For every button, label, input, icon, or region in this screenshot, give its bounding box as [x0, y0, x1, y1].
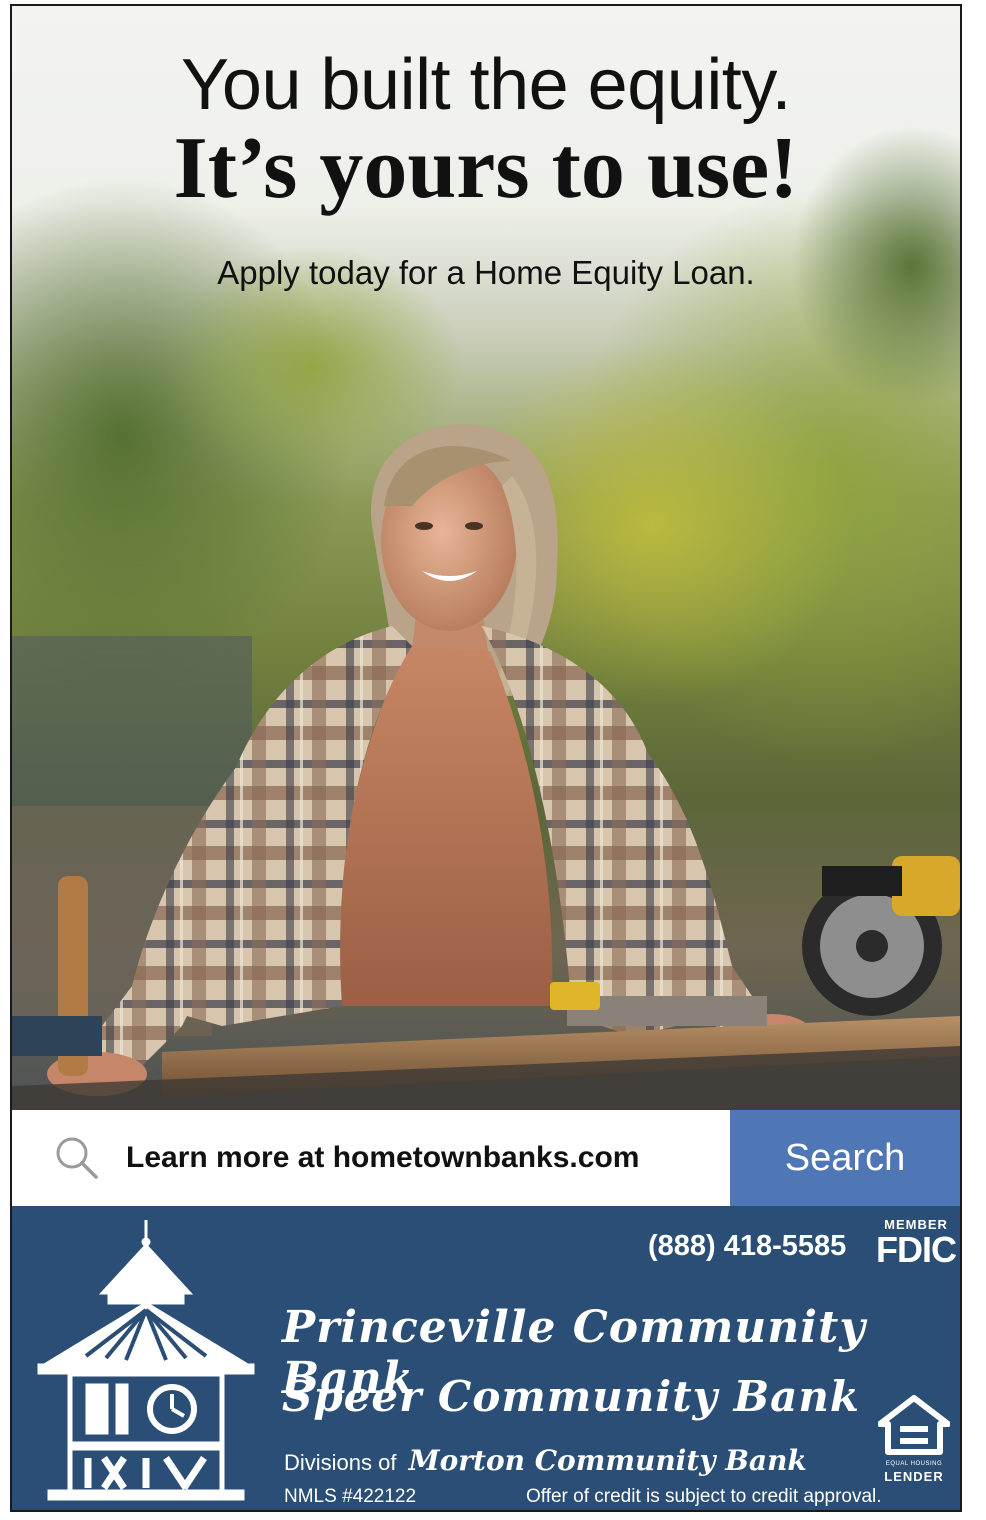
bank-name-speer: Speer Community Bank: [282, 1372, 861, 1421]
fdic-label: FDIC: [876, 1229, 957, 1270]
divisions-prefix: Divisions of: [284, 1450, 397, 1475]
advertisement: You built the equity. It’s yours to use!…: [10, 4, 962, 1512]
clock-tower-logo: [37, 1220, 255, 1501]
hero-photo: You built the equity. It’s yours to use!…: [12, 6, 960, 1110]
equal-housing-lender-badge: EQUAL HOUSING LENDER: [877, 1394, 951, 1484]
parent-bank-name: Morton Community Bank: [408, 1444, 807, 1477]
house-icon: [877, 1395, 951, 1455]
lender-label: LENDER: [884, 1469, 944, 1484]
credit-disclaimer: Offer of credit is subject to credit app…: [526, 1486, 882, 1507]
bank-footer: (888) 418-5585 MEMBER FDIC Princeville C…: [12, 1206, 960, 1510]
search-input[interactable]: Learn more at hometownbanks.com: [12, 1110, 730, 1206]
search-button[interactable]: Search: [730, 1110, 960, 1206]
headline-line-2: It’s yours to use!: [173, 120, 799, 217]
phone-number: (888) 418-5585: [648, 1230, 847, 1262]
divisions-line: Divisions of Morton Community Bank: [284, 1444, 807, 1477]
search-input-text: Learn more at hometownbanks.com: [126, 1141, 640, 1174]
search-bar: Learn more at hometownbanks.com Search: [12, 1110, 960, 1206]
nmls-number: NMLS #422122: [284, 1486, 417, 1507]
search-icon: [56, 1137, 98, 1179]
subheadline: Apply today for a Home Equity Loan.: [217, 254, 755, 291]
headline-line-1: You built the equity.: [181, 45, 791, 125]
fdic-badge: MEMBER FDIC: [876, 1218, 957, 1270]
equal-housing-label: EQUAL HOUSING: [885, 1461, 943, 1467]
